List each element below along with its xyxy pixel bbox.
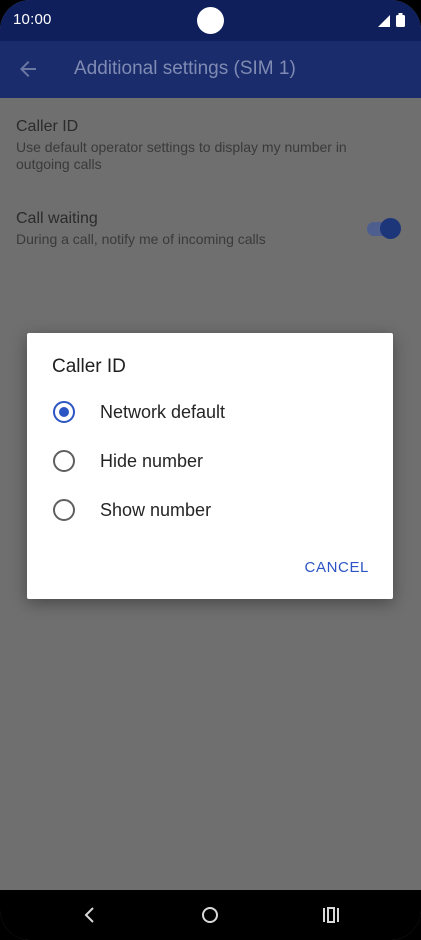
setting-summary: During a call, notify me of incoming cal…: [16, 231, 266, 247]
caller-id-dialog: Caller ID Network default Hide number Sh…: [27, 333, 393, 599]
home-icon[interactable]: [198, 903, 222, 927]
radio-selected-icon[interactable]: [53, 401, 75, 423]
status-icons: [378, 13, 405, 27]
arrow-left-icon[interactable]: [16, 57, 40, 81]
page-title: Additional settings (SIM 1): [74, 58, 296, 79]
option-label: Network default: [100, 402, 226, 422]
phone-screen: 10:00 Additional settings (SIM 1) Caller…: [0, 0, 421, 940]
setting-title: Caller ID: [16, 118, 79, 135]
option-show-number[interactable]: Show number: [27, 487, 393, 533]
recents-icon[interactable]: [319, 903, 343, 927]
app-bar: Additional settings (SIM 1): [0, 41, 421, 98]
status-bar: 10:00: [0, 0, 421, 41]
front-camera: [197, 7, 224, 34]
option-network-default[interactable]: Network default: [27, 389, 393, 435]
cancel-button[interactable]: CANCEL: [305, 559, 369, 576]
toggle-thumb: [380, 218, 401, 239]
setting-summary: Use default operator settings to display…: [16, 139, 347, 172]
radio-unselected-icon[interactable]: [53, 499, 75, 521]
call-waiting-toggle[interactable]: [367, 218, 401, 239]
option-hide-number[interactable]: Hide number: [27, 438, 393, 484]
option-label: Hide number: [100, 451, 204, 471]
setting-caller-id[interactable]: Caller ID Use default operator settings …: [16, 118, 396, 173]
battery-icon: [396, 13, 405, 27]
setting-title: Call waiting: [16, 210, 98, 227]
back-icon[interactable]: [78, 903, 102, 927]
setting-call-waiting[interactable]: Call waiting During a call, notify me of…: [16, 210, 356, 248]
cell-signal-icon: [378, 15, 390, 27]
dialog-title: Caller ID: [52, 356, 126, 377]
navigation-bar: [0, 890, 421, 940]
radio-unselected-icon[interactable]: [53, 450, 75, 472]
status-time: 10:00: [13, 11, 52, 28]
option-label: Show number: [100, 500, 212, 520]
